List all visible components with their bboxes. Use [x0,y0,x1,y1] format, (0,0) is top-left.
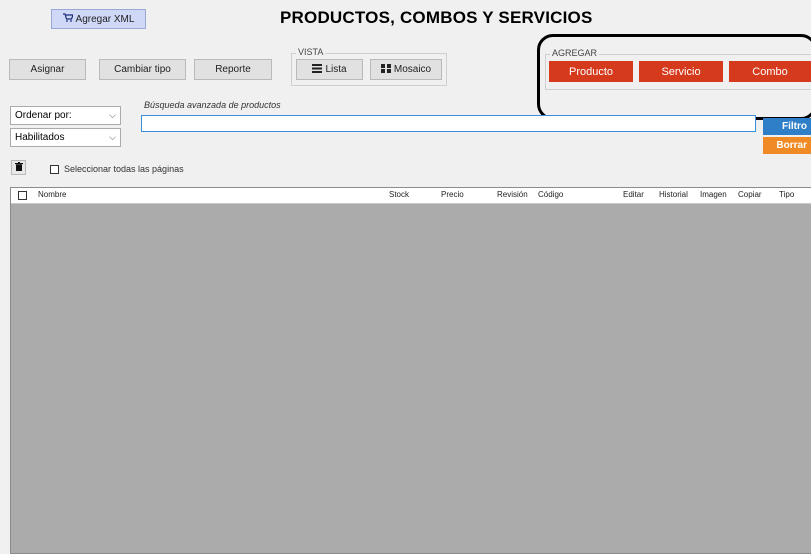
grid-header: Nombre Stock Precio Revisión Código Edit… [11,188,811,204]
search-input[interactable] [141,115,756,132]
agregar-xml-button[interactable]: Agregar XML [51,9,146,29]
habilitados-select[interactable]: Habilitados ⌵ [10,128,121,147]
column-header[interactable]: Historial [659,190,688,199]
page-title: PRODUCTOS, COMBOS Y SERVICIOS [280,8,593,27]
select-all-label: Seleccionar todas las páginas [64,164,184,174]
borrar-button[interactable]: Borrar [763,137,811,154]
mosaico-button[interactable]: Mosaico [370,59,442,80]
column-header[interactable]: Código [538,190,563,199]
cart-icon [62,13,74,25]
mosaico-label: Mosaico [393,64,432,75]
vista-legend: VISTA [296,47,326,57]
header-checkbox[interactable] [18,191,27,200]
filtro-button[interactable]: Filtro [763,118,811,135]
column-header[interactable]: Precio [441,190,464,199]
habilitados-value: Habilitados [15,132,65,143]
column-header[interactable]: Copiar [738,190,762,199]
cambiar-tipo-button[interactable]: Cambiar tipo [99,59,186,80]
agregar-highlight-outline [537,34,811,120]
reporte-button[interactable]: Reporte [194,59,272,80]
chevron-down-icon: ⌵ [109,110,116,120]
products-grid[interactable]: Nombre Stock Precio Revisión Código Edit… [10,187,811,554]
select-all-checkbox[interactable] [50,165,59,174]
column-header[interactable]: Imagen [700,190,727,199]
agregar-xml-label: Agregar XML [75,13,135,25]
column-header[interactable]: Editar [623,190,644,199]
ordenar-select[interactable]: Ordenar por: ⌵ [10,106,121,125]
lista-label: Lista [325,64,347,75]
column-header[interactable]: Nombre [38,190,66,199]
column-header[interactable]: Stock [389,190,409,199]
ordenar-value: Ordenar por: [15,110,72,121]
column-header[interactable]: Tipo [779,190,794,199]
column-header[interactable]: Revisión [497,190,528,199]
lista-button[interactable]: Lista [296,59,363,80]
chevron-down-icon: ⌵ [109,132,116,142]
list-icon [312,63,323,76]
trash-icon [14,161,23,174]
delete-button[interactable] [11,160,26,175]
asignar-button[interactable]: Asignar [9,59,86,80]
search-label: Búsqueda avanzada de productos [144,100,281,110]
grid-icon [380,63,391,76]
